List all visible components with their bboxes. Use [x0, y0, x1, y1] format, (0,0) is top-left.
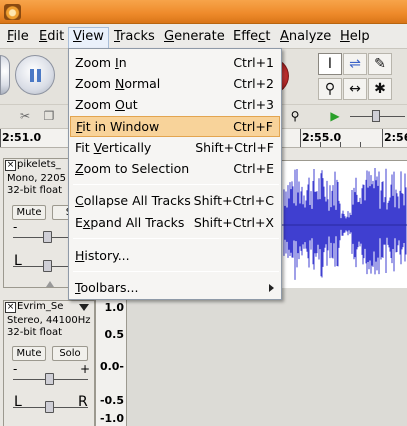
timeshift-icon[interactable]: ↔	[343, 78, 367, 100]
speed-slider-thumb[interactable]	[372, 110, 380, 122]
ruler-tick	[382, 129, 383, 147]
gain-minus-label: -	[13, 220, 18, 234]
shortcut-label: Ctrl+2	[233, 76, 274, 91]
copy-icon[interactable]: ❐	[40, 107, 58, 125]
submenu-arrow-icon	[269, 284, 274, 292]
amplitude-ruler: 1.0 0.5 0.0- -0.5 -1.0	[95, 300, 127, 426]
menu-fit-vertically[interactable]: Fit Vertically Shift+Ctrl+F	[70, 137, 280, 158]
gain-slider-thumb[interactable]	[45, 373, 54, 385]
ruler-label: 2:56	[384, 131, 407, 144]
menu-collapse-all-tracks[interactable]: Collapse All Tracks Shift+Ctrl+C	[70, 190, 280, 211]
shortcut-label: Ctrl+3	[233, 97, 274, 112]
menu-separator	[73, 238, 279, 239]
track-name[interactable]: Evrim_Se	[17, 301, 63, 312]
pause-button[interactable]	[15, 55, 55, 95]
track-sample-format: 32-bit float	[7, 327, 63, 338]
menu-toolbars[interactable]: Toolbars...	[70, 277, 280, 298]
shortcut-label: Ctrl+F	[233, 119, 273, 134]
menu-expand-all-tracks[interactable]: Expand All Tracks Shift+Ctrl+X	[70, 212, 280, 233]
amplitude-label: -0.5	[99, 394, 124, 407]
close-track-icon[interactable]: ×	[5, 160, 16, 171]
ruler-label: 2:51.0	[2, 131, 42, 144]
collapse-track-icon[interactable]	[46, 281, 54, 287]
track-separator	[280, 288, 407, 300]
envelope-icon[interactable]: ⇌	[343, 53, 367, 75]
menu-zoom-normal[interactable]: Zoom Normal Ctrl+2	[70, 73, 280, 94]
close-track-icon[interactable]: ×	[5, 302, 16, 313]
solo-button[interactable]: Solo	[52, 346, 88, 361]
shortcut-label: Shift+Ctrl+X	[193, 215, 274, 230]
amplitude-label: -1.0	[99, 412, 124, 425]
shortcut-label: Shift+Ctrl+F	[195, 140, 274, 155]
zoom-fit-icon[interactable]: ⚲	[286, 107, 304, 125]
menu-generate[interactable]: Generate	[160, 27, 229, 47]
shortcut-label: Ctrl+1	[233, 55, 274, 70]
amplitude-label: 0.5	[104, 328, 125, 341]
play-at-speed-icon[interactable]: ▶	[326, 107, 344, 125]
gain-plus-label: +	[80, 362, 91, 376]
ruler-tick	[340, 142, 341, 147]
amplitude-label: 1.0	[104, 301, 125, 314]
menu-bar: File Edit View Tracks Generate Effect An…	[0, 24, 407, 49]
track-header: × Evrim_Se	[4, 301, 94, 315]
track-menu-dropdown-icon[interactable]	[79, 304, 89, 311]
track-name[interactable]: pikelets_	[17, 159, 61, 170]
view-menu-dropdown: Zoom In Ctrl+1 Zoom Normal Ctrl+2 Zoom O…	[68, 48, 282, 300]
empty-track-area[interactable]	[127, 300, 407, 426]
gain-slider-thumb[interactable]	[43, 231, 52, 243]
ruler-tick	[300, 129, 301, 147]
ibeam-icon[interactable]: I	[318, 53, 342, 75]
mute-button[interactable]: Mute	[12, 205, 46, 220]
menu-zoom-to-selection[interactable]: Zoom to Selection Ctrl+E	[70, 158, 280, 179]
pan-slider-thumb[interactable]	[43, 260, 52, 272]
ruler-tick	[0, 129, 1, 147]
menu-fit-in-window[interactable]: Fit in Window Ctrl+F	[70, 116, 280, 137]
menu-help[interactable]: Help	[336, 27, 374, 47]
audacity-app-icon[interactable]	[4, 4, 21, 20]
track-waveform[interactable]	[280, 160, 407, 288]
track-control-panel-2[interactable]: × Evrim_Se Stereo, 44100Hz 32-bit float M…	[3, 300, 95, 426]
pencil-icon[interactable]: ✎	[368, 53, 392, 75]
zoom-icon[interactable]: ⚲	[318, 78, 342, 100]
menu-effect[interactable]: Effect	[229, 27, 274, 47]
ruler-tick	[320, 142, 321, 147]
cut-icon[interactable]: ✂	[16, 107, 34, 125]
ruler-tick	[360, 142, 361, 147]
menu-zoom-in[interactable]: Zoom In Ctrl+1	[70, 52, 280, 73]
pan-slider-thumb[interactable]	[45, 401, 54, 413]
menu-analyze[interactable]: Analyze	[276, 27, 335, 47]
ruler-label: 2:55.0	[302, 131, 342, 144]
menu-history[interactable]: History...	[70, 245, 280, 266]
menu-separator	[73, 271, 279, 272]
shortcut-label: Shift+Ctrl+C	[193, 193, 274, 208]
amplitude-label: 0.0-	[99, 360, 124, 373]
shortcut-label: Ctrl+E	[233, 161, 274, 176]
gain-minus-label: -	[13, 362, 18, 376]
menu-tracks[interactable]: Tracks	[110, 27, 159, 47]
menu-edit[interactable]: Edit	[35, 27, 68, 47]
menu-zoom-out[interactable]: Zoom Out Ctrl+3	[70, 94, 280, 115]
play-button[interactable]	[0, 55, 10, 95]
menu-file[interactable]: File	[3, 27, 33, 47]
menu-separator	[73, 184, 279, 185]
mute-button[interactable]: Mute	[12, 346, 46, 361]
track-format: Stereo, 44100Hz	[7, 315, 91, 326]
waveform-graphic	[280, 168, 407, 280]
menu-view[interactable]: View	[68, 27, 109, 48]
window-title-bar[interactable]	[0, 0, 407, 24]
multi-tool-icon[interactable]: ✱	[368, 78, 392, 100]
